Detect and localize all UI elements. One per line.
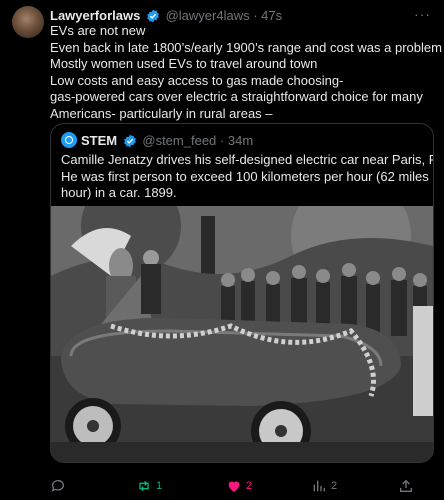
heart-icon bbox=[228, 481, 240, 492]
share-icon bbox=[400, 479, 412, 492]
views-count: 2 bbox=[331, 480, 338, 492]
quoted-timestamp: 34m bbox=[227, 133, 254, 148]
reply-icon bbox=[51, 480, 64, 492]
quoted-photo[interactable] bbox=[51, 176, 433, 462]
share-button[interactable] bbox=[398, 478, 414, 494]
tweet-line: Mostly women used EVs to travel around t… bbox=[50, 56, 318, 72]
quoted-line: Camille Jenatzy drives his self-designed… bbox=[61, 152, 434, 167]
quoted-handle: @stem_feed bbox=[142, 133, 217, 148]
tweet-header: Lawyerforlaws @lawyer4laws · 47s bbox=[50, 8, 282, 24]
retweet-count: 1 bbox=[156, 480, 163, 492]
quoted-tweet-text: Camille Jenatzy drives his self-designed… bbox=[61, 152, 434, 202]
display-name[interactable]: Lawyerforlaws bbox=[50, 8, 140, 23]
separator-dot: · bbox=[253, 8, 258, 23]
verified-badge-icon bbox=[147, 9, 159, 23]
profile-avatar[interactable] bbox=[12, 6, 44, 38]
photo-illustration bbox=[51, 176, 433, 462]
views-icon bbox=[313, 480, 325, 492]
more-options-icon[interactable]: ··· bbox=[414, 6, 431, 22]
tweet-text: EVs are not new Even back in late 1800’s… bbox=[50, 23, 442, 123]
retweet-button[interactable]: 1 bbox=[136, 478, 162, 494]
tweet-actions: 1 2 2 bbox=[0, 478, 444, 498]
retweet-icon bbox=[139, 480, 149, 492]
tweet-line: Americans- particularly in rural areas – bbox=[50, 105, 273, 121]
quoted-line: He was first person to exceed 100 kilome… bbox=[61, 168, 434, 184]
quoted-tweet-header: STEM @stem_feed · 34m bbox=[61, 132, 253, 149]
tweet-line: gas-powered cars over electric a straigh… bbox=[50, 89, 423, 105]
tweet-line: Low costs and easy access to gas made ch… bbox=[50, 72, 344, 88]
reply-button[interactable] bbox=[50, 478, 66, 494]
like-count: 2 bbox=[246, 480, 253, 492]
separator-dot: · bbox=[219, 133, 225, 148]
like-button[interactable]: 2 bbox=[226, 478, 252, 494]
views-button[interactable]: 2 bbox=[311, 478, 337, 494]
tweet-line: Even back in late 1800’s/early 1900’s ra… bbox=[50, 39, 442, 55]
verified-badge-icon bbox=[123, 134, 136, 148]
tweet-line: EVs are not new bbox=[50, 23, 146, 38]
quoted-avatar bbox=[61, 132, 77, 148]
quoted-display-name: STEM bbox=[81, 133, 118, 148]
user-handle[interactable]: @lawyer4laws bbox=[166, 8, 250, 23]
quoted-line: hour) in a car. 1899. bbox=[61, 185, 177, 200]
quoted-tweet-card[interactable]: STEM @stem_feed · 34m Camille Jenatzy dr… bbox=[50, 123, 434, 463]
timestamp[interactable]: 47s bbox=[261, 8, 282, 23]
